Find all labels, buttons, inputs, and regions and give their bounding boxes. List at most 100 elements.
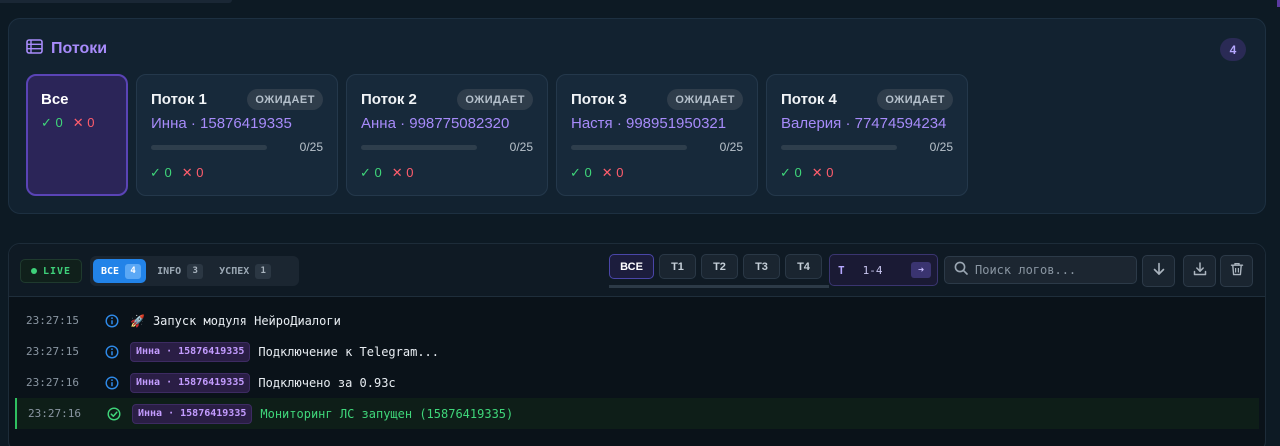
list-icon: [26, 39, 43, 59]
progress-text: 0/25: [299, 140, 323, 154]
log-toolbar: LIVE ВСЕ 4 INFO 3 УСПЕХ 1 ВСЕ T1 T2 T3 T…: [9, 244, 1265, 297]
thread-card-2[interactable]: Поток 2 ОЖИДАЕТ Анна · 998775082320 0/25…: [346, 74, 548, 196]
progress-bar: [571, 145, 687, 150]
fail-count: ✕ 0: [391, 165, 414, 180]
progress-bar: [361, 145, 477, 150]
log-timestamp: 23:27:16: [26, 376, 79, 389]
thread-card-1[interactable]: Поток 1 ОЖИДАЕТ Инна · 15876419335 0/25 …: [136, 74, 338, 196]
status-badge: ОЖИДАЕТ: [247, 89, 323, 110]
progress-bar: [151, 145, 267, 150]
log-row: 23:27:15 🚀 Запуск модуля НейроДиалоги: [9, 305, 1265, 336]
account-tag: Инна · 15876419335: [130, 341, 251, 362]
log-row: 23:27:15 Инна · 15876419335 Подключение …: [9, 336, 1265, 367]
progress-text: 0/25: [509, 140, 533, 154]
status-badge: ОЖИДАЕТ: [667, 89, 743, 110]
thread-card-name: Поток 4: [781, 91, 837, 108]
fail-count: ✕ 0: [811, 165, 834, 180]
filter-count: 1: [255, 263, 272, 279]
thread-card-name: Поток 3: [571, 91, 627, 108]
filter-count: 4: [125, 263, 142, 279]
log-row-success: 23:27:16 Инна · 15876419335 Мониторинг Л…: [15, 398, 1259, 429]
threads-panel: Потоки 4 Все ✓ 0 ✕ 0 Поток 1 ОЖИДАЕТ Инн…: [8, 18, 1266, 214]
level-filter-group: ВСЕ 4 INFO 3 УСПЕХ 1: [90, 256, 299, 286]
thread-stats: ✓ 0 ✕ 0: [360, 165, 413, 181]
arrow-right-icon[interactable]: ➜: [911, 262, 931, 278]
log-search[interactable]: [944, 256, 1137, 284]
clear-logs-button[interactable]: [1220, 255, 1253, 287]
log-body: Инна · 15876419335 Мониторинг ЛС запущен…: [132, 403, 514, 424]
filter-success-button[interactable]: УСПЕХ 1: [211, 259, 276, 283]
filter-label: УСПЕХ: [219, 265, 250, 277]
success-count: ✓ 0: [360, 165, 382, 180]
progress-bar: [781, 145, 897, 150]
search-icon: [954, 261, 968, 280]
search-input[interactable]: [975, 263, 1125, 277]
info-icon: [105, 344, 119, 359]
tab-thread-4[interactable]: T4: [785, 254, 822, 279]
tab-thread-1[interactable]: T1: [659, 254, 696, 279]
thread-stats: ✓ 0 ✕ 0: [150, 165, 203, 181]
success-count: ✓ 0: [780, 165, 802, 180]
tab-all-threads[interactable]: ВСЕ: [609, 254, 654, 279]
thread-stats: ✓ 0 ✕ 0: [570, 165, 623, 181]
thread-filter-tabs: ВСЕ T1 T2 T3 T4: [609, 254, 829, 288]
thread-card-all[interactable]: Все ✓ 0 ✕ 0: [26, 74, 128, 196]
thread-range-input[interactable]: T 1-4 ➜: [829, 254, 938, 286]
thread-card-4[interactable]: Поток 4 ОЖИДАЕТ Валерия · 77474594234 0/…: [766, 74, 968, 196]
fail-count: ✕ 0: [72, 115, 95, 130]
log-timestamp: 23:27:15: [26, 345, 79, 358]
tab-thread-2[interactable]: T2: [701, 254, 738, 279]
success-count: ✓ 0: [570, 165, 592, 180]
log-message: Подключено за 0.93с: [258, 375, 396, 390]
thread-card-name: Все: [41, 91, 69, 108]
threads-header: Потоки: [26, 39, 107, 59]
live-label: LIVE: [42, 265, 72, 277]
log-body: Инна · 15876419335 Подключение к Telegra…: [130, 341, 439, 362]
status-badge: ОЖИДАЕТ: [457, 89, 533, 110]
log-message: Запуск модуля НейроДиалоги: [152, 313, 341, 328]
fail-count: ✕ 0: [181, 165, 204, 180]
scroll-bottom-button[interactable]: [1142, 255, 1175, 287]
threads-title: Потоки: [51, 40, 108, 57]
thread-account: Инна · 15876419335: [151, 115, 292, 132]
download-button[interactable]: [1183, 255, 1216, 287]
log-timestamp: 23:27:15: [26, 314, 79, 327]
thread-account: Валерия · 77474594234: [781, 115, 947, 132]
log-message: Мониторинг ЛС запущен (15876419335): [260, 406, 514, 421]
log-list: 23:27:15 🚀 Запуск модуля НейроДиалоги 23…: [9, 305, 1265, 429]
range-value: 1-4: [862, 263, 883, 277]
rocket-icon: 🚀: [130, 313, 145, 328]
filter-all-button[interactable]: ВСЕ 4: [93, 259, 147, 283]
log-row: 23:27:16 Инна · 15876419335 Подключено з…: [9, 367, 1265, 398]
live-indicator: LIVE: [20, 259, 82, 283]
log-message: Подключение к Telegram...: [258, 344, 439, 359]
log-body: Инна · 15876419335 Подключено за 0.93с: [130, 372, 396, 393]
trash-icon: [1230, 262, 1244, 281]
progress-text: 0/25: [929, 140, 953, 154]
success-count: ✓ 0: [150, 165, 172, 180]
check-circle-icon: [107, 406, 121, 421]
fail-count: ✕ 0: [601, 165, 624, 180]
log-panel: LIVE ВСЕ 4 INFO 3 УСПЕХ 1 ВСЕ T1 T2 T3 T…: [8, 243, 1266, 446]
arrow-down-icon: [1152, 262, 1166, 281]
progress-text: 0/25: [719, 140, 743, 154]
log-body: 🚀 Запуск модуля НейроДиалоги: [130, 314, 341, 328]
thread-account: Настя · 998951950321: [571, 115, 727, 132]
thread-account: Анна · 998775082320: [361, 115, 510, 132]
live-dot-icon: [30, 268, 37, 274]
thread-card-name: Поток 1: [151, 91, 207, 108]
success-count: ✓ 0: [41, 115, 63, 130]
download-icon: [1193, 261, 1207, 281]
filter-count: 3: [187, 263, 204, 279]
tab-thread-3[interactable]: T3: [743, 254, 780, 279]
thread-stats: ✓ 0 ✕ 0: [41, 115, 94, 131]
threads-count-badge: 4: [1220, 38, 1246, 61]
thread-card-3[interactable]: Поток 3 ОЖИДАЕТ Настя · 998951950321 0/2…: [556, 74, 758, 196]
info-icon: [105, 375, 119, 390]
filter-label: INFO: [157, 265, 182, 277]
filter-info-button[interactable]: INFO 3: [149, 259, 208, 283]
status-badge: ОЖИДАЕТ: [877, 89, 953, 110]
top-edge-decoration: [0, 0, 232, 3]
filter-label: ВСЕ: [101, 265, 120, 277]
log-timestamp: 23:27:16: [28, 407, 81, 420]
